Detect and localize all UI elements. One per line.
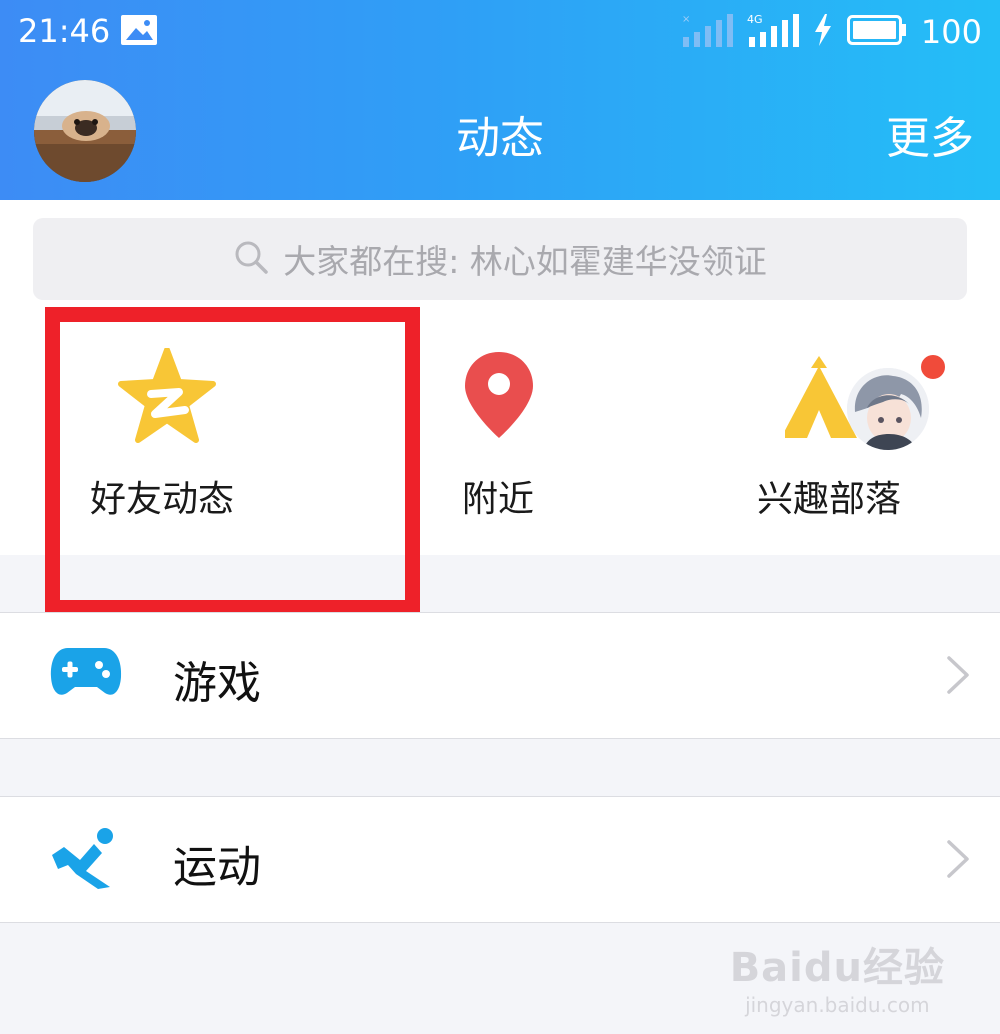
search-icon [233, 239, 269, 279]
watermark-url: jingyan.baidu.com [745, 993, 930, 1017]
watermark-brand: Baidu经验 [729, 945, 945, 991]
list-item-sports[interactable]: 运动 [0, 796, 1000, 923]
status-right: × 4G 100 [681, 10, 982, 54]
highlight-box [45, 307, 420, 615]
search-input[interactable]: 大家都在搜: 林心如霍建华没领证 [33, 218, 967, 300]
location-pin-icon [462, 350, 536, 444]
list-item-games-label: 游戏 [173, 658, 261, 709]
signal-empty-icon: × [681, 13, 733, 51]
page-title: 动态 [456, 113, 544, 164]
top-header: 21:46 × 4G 100 动态 更多 [0, 0, 1000, 200]
entry-nearby[interactable]: 附近 [440, 340, 720, 540]
entry-interest-tribe-label: 兴趣部落 [757, 479, 902, 520]
search-placeholder: 大家都在搜: 林心如霍建华没领证 [283, 242, 767, 281]
gamepad-icon [50, 643, 122, 705]
list-item-sports-label: 运动 [173, 842, 261, 893]
more-button[interactable]: 更多 [886, 102, 974, 166]
signal-4g-icon: 4G [747, 13, 799, 51]
notification-dot [918, 352, 948, 382]
entry-nearby-label: 附近 [462, 479, 535, 520]
charging-icon [813, 14, 833, 50]
network-type: 4G [747, 13, 763, 26]
chevron-right-icon [946, 655, 970, 699]
chevron-right-icon [946, 839, 970, 883]
entry-interest-tribe[interactable]: 兴趣部落 [755, 340, 1000, 540]
tribe-avatar [847, 368, 929, 450]
svg-text:×: × [682, 14, 690, 25]
list-item-games[interactable]: 游戏 [0, 612, 1000, 739]
baidu-watermark: Baidu经验 jingyan.baidu.com [730, 935, 945, 1017]
running-icon [50, 827, 122, 895]
status-time: 21:46 [18, 12, 111, 50]
image-notification-icon [120, 14, 158, 50]
battery-level: 100 [920, 13, 982, 51]
battery-icon [846, 15, 907, 49]
